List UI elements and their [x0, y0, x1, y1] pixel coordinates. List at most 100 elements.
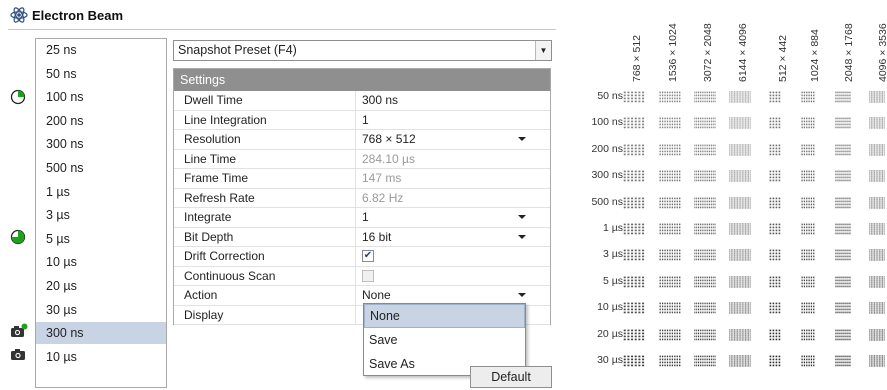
setting-row-continuous-scan[interactable]: Continuous Scan	[174, 266, 550, 286]
matrix-cell	[623, 223, 645, 235]
action-option-none[interactable]: None	[364, 304, 525, 328]
setting-value: 147 ms	[362, 171, 402, 185]
setting-row-drift-correction[interactable]: Drift Correction ✔	[174, 247, 550, 267]
action-option-save[interactable]: Save	[364, 328, 525, 352]
matrix-cell	[801, 249, 815, 261]
matrix-cell	[801, 355, 815, 367]
matrix-cell	[869, 302, 885, 314]
preset-value: Snapshot Preset (F4)	[178, 43, 297, 57]
matrix-cell	[694, 197, 716, 208]
setting-label: Frame Time	[174, 169, 356, 188]
matrix-row-label: 50 ns	[597, 90, 623, 102]
matrix-cell	[659, 117, 681, 129]
matrix-cell	[659, 329, 681, 340]
matrix-cell	[769, 91, 781, 103]
matrix-cell	[801, 117, 815, 129]
setting-label: Line Integration	[174, 110, 356, 129]
setting-value[interactable]: 300 ns	[362, 91, 398, 110]
time-list-item[interactable]: 3 µs	[36, 204, 166, 226]
camera-icon[interactable]	[10, 346, 28, 362]
time-list-item[interactable]: 50 ns	[36, 63, 166, 85]
matrix-cell	[835, 302, 851, 314]
panel-header: Electron Beam	[10, 5, 123, 25]
dropdown-arrow-icon[interactable]	[518, 234, 526, 239]
setting-row-line-time[interactable]: Line Time 284.10 µs	[174, 149, 550, 169]
time-list-item[interactable]: 20 µs	[36, 275, 166, 297]
matrix-cell	[869, 170, 885, 182]
pie-three-quarter-icon[interactable]	[10, 229, 26, 245]
matrix-cell	[835, 197, 851, 208]
time-list-item[interactable]: 30 µs	[36, 299, 166, 321]
dropdown-arrow-icon[interactable]	[518, 215, 526, 219]
time-list-item[interactable]: 500 ns	[36, 157, 166, 179]
matrix-cell	[694, 355, 716, 367]
preset-icon-column	[0, 38, 34, 378]
matrix-cell	[835, 91, 851, 103]
matrix-cell	[729, 117, 751, 129]
chevron-down-icon[interactable]: ▼	[535, 41, 551, 60]
time-list-item[interactable]: 10 µs	[36, 251, 166, 273]
default-button[interactable]: Default	[470, 366, 552, 388]
matrix-cell	[694, 276, 716, 288]
setting-label: Action	[174, 286, 356, 305]
time-list-item[interactable]: 5 µs	[36, 228, 166, 250]
matrix-cell	[694, 170, 716, 182]
matrix-cell	[801, 144, 815, 156]
matrix-cell	[623, 249, 645, 261]
setting-row-frame-time[interactable]: Frame Time 147 ms	[174, 169, 550, 189]
setting-row-line-integration[interactable]: Line Integration 1	[174, 110, 550, 130]
matrix-cell	[729, 276, 751, 288]
matrix-cell	[769, 223, 781, 235]
time-list-item[interactable]: 1 µs	[36, 181, 166, 203]
setting-row-bit-depth[interactable]: Bit Depth 16 bit	[174, 227, 550, 247]
pie-quarter-icon[interactable]	[10, 89, 26, 105]
matrix-cell	[769, 249, 781, 261]
preset-select[interactable]: Snapshot Preset (F4) ▼	[173, 40, 552, 61]
time-list-item[interactable]: 200 ns	[36, 110, 166, 132]
setting-row-integrate[interactable]: Integrate 1	[174, 208, 550, 228]
matrix-cell	[869, 355, 885, 367]
matrix-cell	[769, 329, 781, 340]
matrix-row-label: 300 ns	[591, 169, 623, 182]
setting-row-refresh-rate[interactable]: Refresh Rate 6.82 Hz	[174, 188, 550, 208]
time-list-item[interactable]: 10 µs	[36, 346, 166, 368]
matrix-cell	[729, 91, 751, 103]
settings-header: Settings	[174, 69, 550, 91]
matrix-cell	[659, 302, 681, 314]
column-label-text: 1024 × 884	[809, 29, 821, 82]
matrix-column-label: 768 × 512	[625, 4, 653, 82]
setting-label: Integrate	[174, 208, 356, 227]
setting-row-dwell-time[interactable]: Dwell Time 300 ns	[174, 91, 550, 111]
setting-value[interactable]: 768 × 512	[362, 130, 416, 149]
time-list-item[interactable]: 25 ns	[36, 39, 166, 61]
matrix-cell	[869, 223, 885, 235]
dwell-time-list[interactable]: 25 ns 50 ns 100 ns 200 ns 300 ns 500 ns 1 µs 3 …	[35, 38, 167, 388]
column-label-text: 512 × 442	[777, 34, 789, 82]
matrix-cell	[769, 170, 781, 182]
time-list-item[interactable]: 300 ns	[36, 133, 166, 155]
setting-value[interactable]: 16 bit	[362, 228, 391, 247]
dropdown-arrow-icon[interactable]	[518, 293, 526, 297]
time-list-item[interactable]: 100 ns	[36, 86, 166, 108]
resolution-dwell-matrix: 768 × 512 1536 × 1024 3072 × 2048 6144 × 40…	[563, 0, 887, 390]
matrix-cell	[694, 223, 716, 235]
setting-label: Refresh Rate	[174, 188, 356, 207]
matrix-cell	[835, 329, 851, 340]
matrix-cell	[801, 197, 815, 208]
matrix-cell	[769, 355, 781, 367]
setting-label: Continuous Scan	[174, 266, 356, 285]
drift-correction-checkbox[interactable]: ✔	[362, 250, 374, 262]
matrix-cell	[659, 197, 681, 208]
setting-value[interactable]: 1	[362, 111, 369, 130]
continuous-scan-checkbox[interactable]	[362, 269, 374, 282]
atom-icon	[10, 7, 28, 23]
camera-new-icon[interactable]	[10, 323, 28, 339]
setting-row-resolution[interactable]: Resolution 768 × 512	[174, 130, 550, 150]
matrix-cell	[623, 302, 645, 314]
matrix-cell	[835, 276, 851, 288]
dropdown-arrow-icon[interactable]	[518, 137, 526, 141]
time-list-item[interactable]: 300 ns	[36, 322, 166, 345]
matrix-column-label: 1024 × 884	[803, 4, 831, 82]
setting-value[interactable]: 1	[362, 208, 369, 227]
matrix-cell	[801, 302, 815, 314]
